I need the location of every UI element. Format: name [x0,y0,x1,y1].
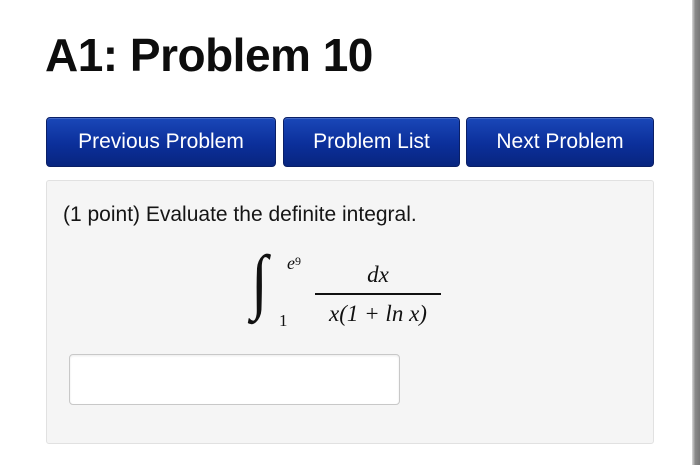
page-title: A1: Problem 10 [45,29,373,81]
problem-statement: (1 point) Evaluate the definite integral… [63,203,417,226]
problem-panel: (1 point) Evaluate the definite integral… [46,180,654,444]
window-edge [692,0,700,465]
previous-problem-button[interactable]: Previous Problem [46,117,276,167]
upper-limit-base: e [287,253,295,273]
integral-expression: ∫ e9 1 dx x(1 + ln x) [251,245,451,333]
fraction-bar [315,293,441,295]
upper-limit-exponent: 9 [295,254,301,268]
fraction-numerator: dx [367,262,389,287]
integral-upper-limit: e9 [287,253,301,274]
integral-symbol: ∫ [251,241,268,321]
answer-input[interactable] [69,354,400,405]
problem-list-button[interactable]: Problem List [283,117,460,167]
next-problem-button[interactable]: Next Problem [466,117,654,167]
integrand-fraction: dx x(1 + ln x) [315,261,441,328]
fraction-denominator: x(1 + ln x) [329,301,427,326]
integral-lower-limit: 1 [279,311,288,330]
